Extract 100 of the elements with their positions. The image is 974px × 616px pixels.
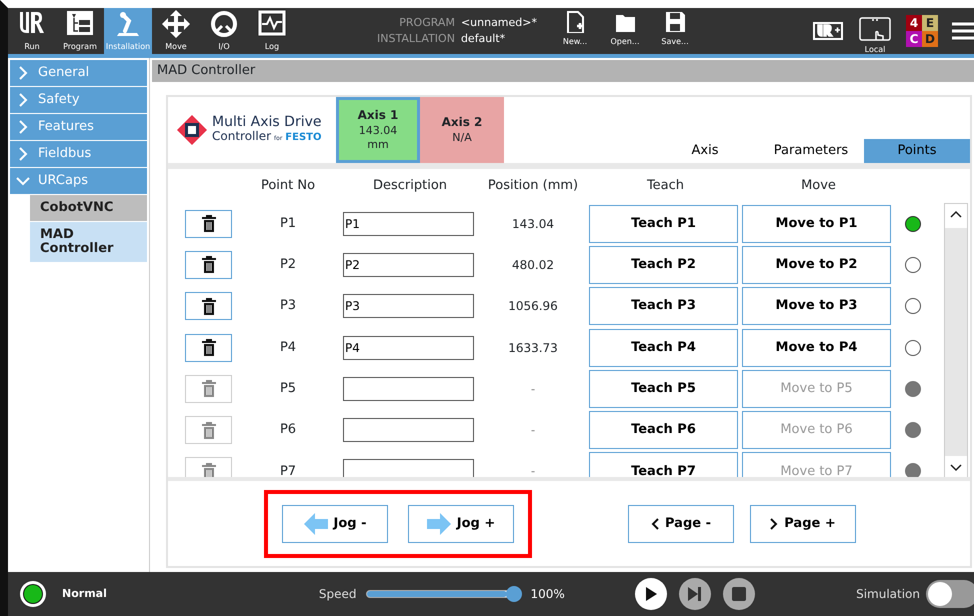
tab[interactable]: Parameters xyxy=(758,139,864,163)
point-number: P5 xyxy=(278,380,298,398)
power-status-icon xyxy=(18,579,48,609)
jog-button[interactable]: Jog + xyxy=(408,504,514,542)
file-button-label: New... xyxy=(562,36,588,48)
io-ring-icon xyxy=(209,9,239,39)
nav-tab[interactable]: I/O xyxy=(200,8,248,54)
simulation-label: Simulation xyxy=(856,586,920,603)
description-field[interactable]: P2 xyxy=(343,252,474,277)
teach-button[interactable]: Teach P4 xyxy=(589,328,738,367)
active-point-dot[interactable] xyxy=(905,216,921,232)
move-button[interactable]: Move to P2 xyxy=(742,246,891,284)
simulation-toggle[interactable] xyxy=(926,580,974,608)
installation-label: INSTALLATION xyxy=(377,31,455,47)
axis-card[interactable]: Axis 1 143.04 mm xyxy=(336,97,420,163)
column-header: Description xyxy=(372,177,448,196)
teach-button[interactable]: Teach P7 xyxy=(589,452,738,477)
sidebar-subitem[interactable]: CobotVNC xyxy=(30,195,147,221)
teach-button[interactable]: Teach P6 xyxy=(589,411,738,450)
position-value: - xyxy=(530,422,536,440)
position-value: 1633.73 xyxy=(507,340,559,357)
position-value: 480.02 xyxy=(511,256,555,274)
delete-button[interactable] xyxy=(185,334,232,362)
column-header: Teach xyxy=(646,177,686,196)
menu-icon[interactable] xyxy=(952,21,974,41)
description-field[interactable]: P1 xyxy=(343,212,474,236)
status-indicator: E xyxy=(922,15,938,31)
description-field[interactable] xyxy=(343,418,474,442)
step-button[interactable] xyxy=(678,578,711,610)
installation-name: default* xyxy=(460,31,506,47)
status-indicator: D xyxy=(922,31,938,47)
tab[interactable]: Points xyxy=(864,139,970,163)
chevron-right-icon xyxy=(770,518,778,530)
slider-thumb[interactable] xyxy=(506,586,522,602)
trash-icon xyxy=(200,462,216,477)
logo-title: Multi Axis Drive xyxy=(212,114,322,128)
teach-button[interactable]: Teach P2 xyxy=(589,246,738,284)
speed-slider[interactable] xyxy=(366,586,522,602)
point-number: P7 xyxy=(278,462,298,477)
step-forward-icon xyxy=(686,586,703,602)
column-header: Point No xyxy=(260,177,316,196)
point-radio[interactable] xyxy=(905,340,921,356)
description-field[interactable]: P3 xyxy=(343,294,474,318)
delete-button[interactable] xyxy=(185,250,232,279)
move-button[interactable]: Move to P1 xyxy=(742,204,891,243)
nav-tab[interactable]: Program xyxy=(56,8,104,54)
stop-button[interactable] xyxy=(722,578,755,610)
file-button[interactable]: Open... xyxy=(600,8,650,54)
diamond-logo-icon xyxy=(176,114,208,146)
file-button-label: Save... xyxy=(661,36,689,48)
delete-button[interactable] xyxy=(185,292,232,320)
trash-icon xyxy=(200,339,216,356)
teach-button[interactable]: Teach P1 xyxy=(589,204,738,243)
axis-value: N/A xyxy=(452,131,472,145)
nav-tab[interactable]: Move xyxy=(152,8,200,54)
file-button-label: Open... xyxy=(610,36,640,48)
nav-tab-label: Run xyxy=(24,41,40,53)
logo-subtitle: Controller xyxy=(212,128,272,142)
page-button[interactable]: Page + xyxy=(750,504,856,542)
point-radio[interactable] xyxy=(905,298,921,314)
program-label: PROGRAM xyxy=(398,15,455,31)
play-button[interactable] xyxy=(634,578,667,610)
point-number: P6 xyxy=(278,421,298,440)
point-number: P2 xyxy=(278,256,298,274)
tab[interactable]: Axis xyxy=(652,139,758,163)
axis-name: Axis 1 xyxy=(358,108,398,122)
file-button[interactable]: Save... xyxy=(650,8,700,54)
file-button[interactable]: New... xyxy=(550,8,600,54)
nav-tab[interactable]: Log xyxy=(248,8,296,54)
page-button[interactable]: Page - xyxy=(628,504,734,542)
scrollbar[interactable] xyxy=(944,203,968,477)
sidebar-subitem[interactable]: MAD Controller xyxy=(30,222,147,262)
teach-button[interactable]: Teach P5 xyxy=(589,370,738,408)
delete-button[interactable] xyxy=(185,210,232,238)
trash-icon xyxy=(200,298,216,315)
move-button[interactable]: Move to P4 xyxy=(742,328,891,367)
jog-button[interactable]: Jog - xyxy=(282,504,388,542)
axis-card[interactable]: Axis 2 N/A xyxy=(420,97,504,163)
teach-button[interactable]: Teach P3 xyxy=(589,287,738,326)
ur-plus-icon[interactable] xyxy=(812,20,844,42)
move-arrows-icon xyxy=(161,9,191,39)
description-field[interactable] xyxy=(343,376,474,401)
play-icon xyxy=(644,586,658,602)
point-radio[interactable] xyxy=(905,256,921,273)
nav-tab-label: I/O xyxy=(218,41,230,53)
move-button[interactable]: Move to P3 xyxy=(742,287,891,326)
trash-icon xyxy=(200,422,216,439)
nav-tab[interactable]: Run xyxy=(8,8,56,54)
nav-tab-label: Installation xyxy=(106,41,150,53)
panel-title: MAD Controller xyxy=(152,60,974,82)
local-label: Local xyxy=(864,44,886,56)
speed-reading: 100% xyxy=(530,586,565,603)
description-field[interactable] xyxy=(343,459,474,477)
column-header: Position (mm) xyxy=(486,177,580,196)
position-value: 143.04 xyxy=(511,216,555,233)
column-header: Move xyxy=(800,177,837,196)
position-value: - xyxy=(530,380,536,398)
speed-label: Speed xyxy=(318,586,356,603)
point-number: P3 xyxy=(278,297,298,316)
description-field[interactable]: P4 xyxy=(343,336,474,360)
